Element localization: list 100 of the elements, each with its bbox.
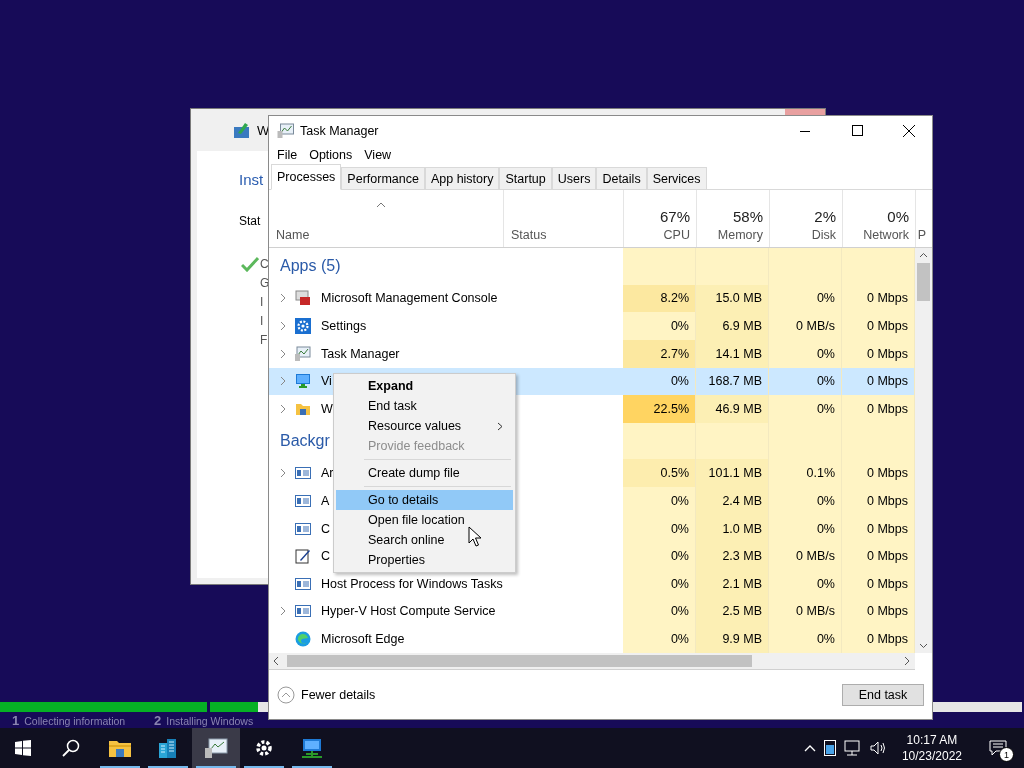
chart-monitor-icon — [295, 345, 311, 362]
column-header[interactable]: 67% CPU — [623, 190, 696, 247]
table-cell: 6.9 MB — [696, 312, 769, 340]
table-cell: 0 MB/s — [769, 597, 842, 626]
process-name: W — [321, 402, 333, 416]
step-text: C — [260, 256, 269, 271]
table-cell: 0 Mbps — [842, 459, 915, 488]
service-window-icon — [295, 520, 311, 537]
table-cell: 0% — [769, 395, 842, 423]
process-name: C — [321, 549, 331, 564]
menu-item[interactable]: File — [271, 148, 304, 162]
tab[interactable]: Users — [551, 167, 597, 189]
edge-icon — [295, 631, 311, 648]
column-header[interactable]: P — [915, 190, 932, 247]
table-cell: 15.0 MB — [696, 284, 769, 313]
folder-icon — [108, 738, 132, 758]
menu-item[interactable]: Open file location — [336, 510, 513, 530]
chart-monitor-icon — [204, 737, 228, 759]
menu-item[interactable]: Resource values — [336, 416, 513, 436]
tab[interactable]: Details — [596, 167, 647, 189]
battery-icon[interactable] — [823, 740, 836, 756]
menu-item[interactable]: End task — [336, 396, 513, 416]
tab[interactable]: Services — [646, 167, 707, 189]
menu-item[interactable]: Options — [303, 148, 359, 162]
setup-icon — [233, 121, 251, 139]
service-window-icon — [295, 603, 311, 620]
table-cell: 0.1% — [769, 459, 842, 488]
tab[interactable]: App history — [424, 167, 500, 189]
vertical-scrollbar[interactable] — [915, 248, 932, 653]
process-name: Hyper-V Host Compute Service — [321, 604, 496, 619]
process-name: Vi — [321, 374, 332, 389]
step-text: G — [260, 275, 270, 290]
stage-label: Installing Windows — [166, 714, 254, 727]
menu-item[interactable]: Search online — [336, 530, 513, 550]
table-cell: 0% — [623, 542, 696, 570]
stage-label: Collecting information — [24, 714, 126, 727]
table-cell: 0% — [769, 487, 842, 515]
menu-item[interactable]: Properties — [336, 550, 513, 570]
search-icon — [62, 739, 80, 757]
table-cell: 0% — [623, 625, 696, 653]
gear-icon — [254, 738, 274, 758]
network-icon[interactable] — [843, 740, 862, 756]
setup-heading: Inst — [239, 171, 264, 188]
tab[interactable]: Performance — [341, 167, 425, 189]
table-cell: 0% — [623, 487, 696, 515]
table-cell: 8.2% — [623, 284, 696, 313]
monitor-icon — [300, 737, 324, 759]
column-header[interactable]: 2% Disk — [769, 190, 842, 247]
table-cell: 0 MB/s — [769, 312, 842, 340]
end-task-button[interactable]: End task — [842, 683, 924, 706]
volume-icon[interactable] — [869, 740, 888, 756]
table-cell: 0 Mbps — [842, 395, 915, 423]
menu-item[interactable]: Create dump file — [336, 463, 513, 483]
table-cell: 0% — [623, 597, 696, 626]
menu-item[interactable]: Go to details — [336, 490, 513, 510]
clock[interactable]: 10:17 AM 10/23/2022 — [901, 732, 962, 764]
windows-logo-icon — [15, 740, 31, 756]
taskbar-app-button[interactable] — [192, 728, 240, 768]
process-name: C — [321, 521, 331, 536]
process-name: Ar — [321, 466, 334, 481]
notifications-button[interactable]: 1 — [976, 728, 1020, 768]
group-heading: Apps (5) — [280, 257, 341, 276]
settings-icon — [295, 318, 311, 335]
table-cell: 0 Mbps — [842, 542, 915, 570]
table-cell: 2.1 MB — [696, 570, 769, 598]
table-cell: 0 Mbps — [842, 597, 915, 626]
chart-monitor-icon — [277, 122, 294, 139]
tab[interactable]: Processes — [271, 164, 342, 190]
column-header[interactable]: Name — [269, 190, 503, 247]
maximize-icon — [851, 125, 863, 136]
menu-item[interactable]: Expand — [336, 376, 513, 396]
column-header[interactable]: 58% Memory — [696, 190, 769, 247]
fewer-details-link[interactable]: Fewer details — [277, 685, 376, 704]
tab[interactable]: Startup — [499, 167, 552, 189]
table-cell: 0 Mbps — [842, 284, 915, 313]
table-cell: 2.4 MB — [696, 487, 769, 515]
buildings-icon — [157, 737, 179, 759]
process-name: Host Process for Windows Tasks — [321, 576, 503, 591]
stage-number: 1 — [12, 713, 20, 728]
horizontal-scrollbar[interactable] — [269, 653, 915, 670]
step-text: F — [260, 332, 268, 347]
table-cell: 0% — [769, 625, 842, 653]
step-text: I — [260, 294, 264, 309]
notification-count: 1 — [999, 747, 1014, 762]
table-cell: 0 Mbps — [842, 487, 915, 515]
column-header[interactable]: Status — [503, 190, 623, 247]
table-cell: 0 Mbps — [842, 339, 915, 368]
column-header[interactable]: 0% Network — [842, 190, 915, 247]
menu-item[interactable]: View — [358, 148, 398, 162]
folder-icon — [295, 401, 311, 417]
table-cell: 0 Mbps — [842, 625, 915, 653]
toolbox-window-icon — [295, 290, 311, 307]
chevron-up-icon[interactable] — [803, 744, 816, 752]
scroll-thumb[interactable] — [917, 263, 930, 301]
service-window-icon — [295, 492, 311, 509]
process-name: Settings — [321, 319, 367, 334]
service-window-icon — [295, 575, 311, 592]
process-name: A — [321, 493, 330, 508]
table-cell: 101.1 MB — [696, 459, 769, 488]
scroll-thumb[interactable] — [287, 655, 752, 667]
